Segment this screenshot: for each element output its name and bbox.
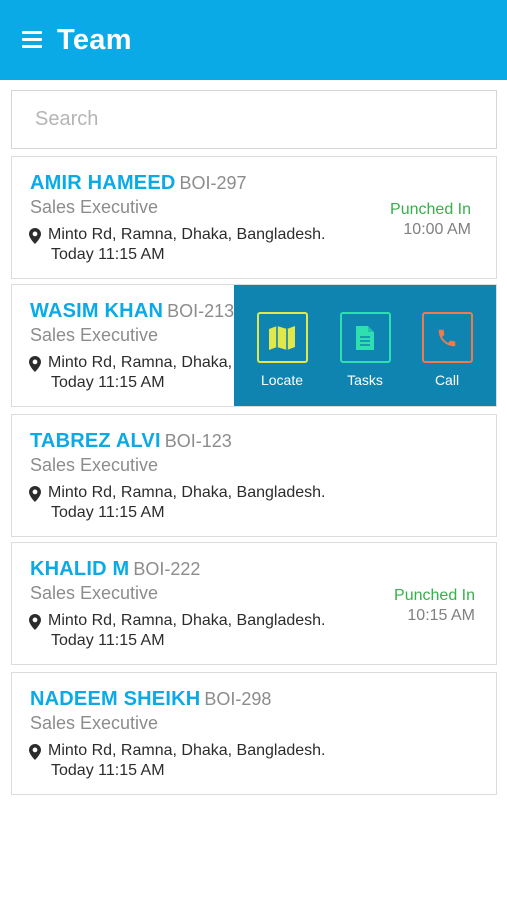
member-role: Sales Executive [30, 455, 159, 475]
member-address: Minto Rd, Ramna, Dhaka, Bangladesh. [48, 484, 326, 501]
punch-status: Punched In 10:00 AM [390, 200, 471, 240]
location-pin-icon [29, 228, 41, 244]
phone-icon [438, 329, 456, 346]
member-last-seen: Today 11:15 AM [51, 762, 165, 779]
call-action-button[interactable]: Call [412, 312, 482, 389]
member-name: WASIM KHAN [30, 300, 164, 322]
member-id: BOI-213 [167, 301, 235, 321]
search-box [11, 90, 497, 149]
team-member-card[interactable]: AMIR HAMEED BOI-297 Sales Executive Minto… [11, 156, 497, 279]
page-title: Team [57, 24, 132, 56]
tasks-action-button[interactable]: Tasks [330, 312, 400, 389]
locate-action-button[interactable]: Locate [247, 312, 317, 389]
punch-status-time: 10:15 AM [407, 607, 475, 624]
member-name: NADEEM SHEIKH [30, 688, 201, 710]
location-pin-icon [29, 744, 41, 760]
location-pin-icon [29, 614, 41, 630]
locate-label: Locate [260, 372, 304, 388]
member-last-seen: Today 11:15 AM [51, 374, 165, 391]
team-member-card[interactable]: TABREZ ALVI BOI-123 Sales Executive Minto… [11, 414, 497, 537]
call-label: Call [434, 372, 460, 388]
member-address: Minto Rd, Ramna, Dhaka, Bangladesh. [48, 226, 326, 243]
member-last-seen: Today 11:15 AM [51, 632, 165, 649]
member-role: Sales Executive [30, 325, 159, 345]
swipe-action-panel: Locate Tasks Call [234, 285, 496, 406]
punch-status-label: Punched In [394, 587, 475, 604]
member-name: KHALID M [30, 558, 130, 580]
member-name: AMIR HAMEED [30, 172, 176, 194]
member-id: BOI-298 [204, 689, 272, 709]
team-member-card[interactable]: KHALID M BOI-222 Sales Executive Minto Rd… [11, 542, 497, 665]
punch-status: Punched In 10:15 AM [394, 586, 475, 626]
member-role: Sales Executive [30, 197, 159, 217]
member-role: Sales Executive [30, 713, 159, 733]
member-id: BOI-222 [133, 559, 201, 579]
punch-status-time: 10:00 AM [403, 221, 471, 238]
member-last-seen: Today 11:15 AM [51, 504, 165, 521]
locate-box[interactable] [256, 312, 308, 363]
member-last-seen: Today 11:15 AM [51, 246, 165, 263]
punch-status-label: Punched In [390, 201, 471, 218]
call-box[interactable] [421, 312, 473, 363]
app-bar: Team [0, 0, 507, 80]
search-input[interactable] [12, 91, 496, 148]
member-address: Minto Rd, Ramna, Dhaka, Bangladesh. [48, 612, 326, 629]
team-member-card[interactable]: NADEEM SHEIKH BOI-298 Sales Executive Min… [11, 672, 497, 795]
member-role: Sales Executive [30, 583, 159, 603]
member-id: BOI-123 [164, 431, 232, 451]
map-icon [269, 325, 295, 350]
member-address: Minto Rd, Ramna, Dhaka, Bangladesh. [48, 742, 326, 759]
location-pin-icon [29, 356, 41, 372]
member-name: TABREZ ALVI [30, 430, 161, 452]
menu-icon[interactable] [22, 31, 42, 49]
tasks-label: Tasks [347, 372, 383, 388]
member-id: BOI-297 [179, 173, 247, 193]
tasks-box[interactable] [339, 312, 391, 363]
location-pin-icon [29, 486, 41, 502]
document-icon [356, 325, 374, 350]
